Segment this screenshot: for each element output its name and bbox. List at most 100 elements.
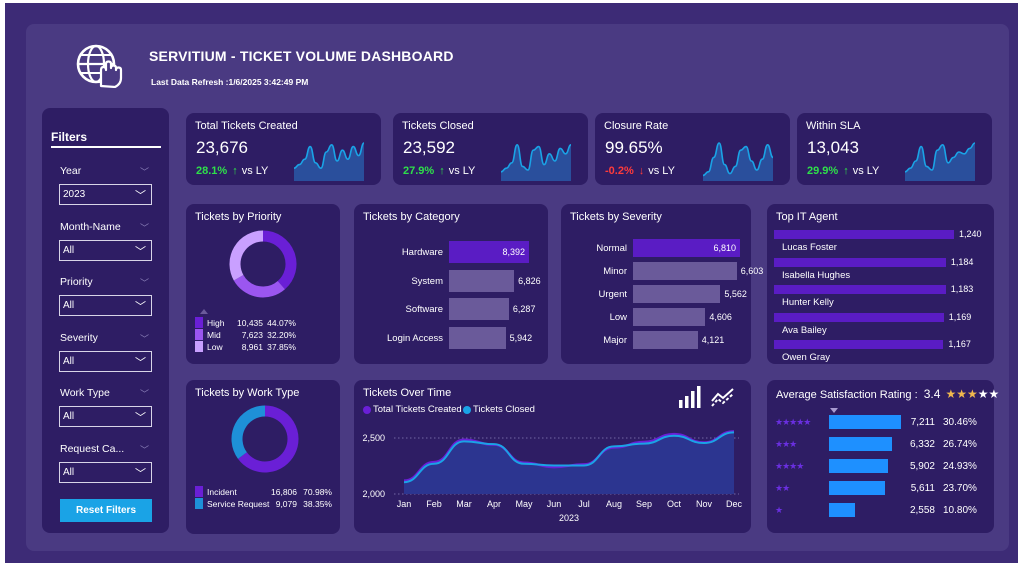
x-axis-title: 2023: [559, 513, 579, 523]
legend-swatch: [195, 329, 203, 340]
last-refresh-text: Last Data Refresh :1/6/2025 3:42:49 PM: [151, 77, 309, 87]
category-bar-value: 6,287: [512, 304, 536, 314]
agent-bar[interactable]: [774, 340, 944, 349]
filter-select-year[interactable]: 2023 ﹀: [59, 184, 152, 205]
sort-caret-icon: [200, 309, 208, 314]
rating-bar[interactable]: [829, 481, 886, 495]
filter-expand-icon[interactable]: ﹀: [140, 221, 149, 234]
arrow-down-icon: ↓: [638, 165, 645, 177]
filter-expand-icon[interactable]: ﹀: [140, 332, 149, 345]
donut-slice-service-request[interactable]: [231, 405, 266, 459]
rating-bar[interactable]: [829, 415, 901, 429]
category-bar[interactable]: [449, 269, 515, 292]
globe-hand-icon: [76, 44, 123, 88]
rating-bar[interactable]: [829, 459, 888, 473]
kpi-sparkline: [293, 142, 365, 181]
filter-select-value: All: [63, 467, 75, 478]
filter-select-value: All: [63, 244, 75, 256]
filter-select-value: All: [63, 355, 75, 367]
donut-slice-low[interactable]: [229, 230, 264, 281]
agents-card: Top IT Agent 1,240 Lucas Foster 1,184 Isabe…: [767, 204, 994, 364]
average-stars: ★★★★★: [945, 387, 999, 401]
legend-swatch: [195, 341, 203, 352]
legend-swatch: [195, 317, 203, 328]
donut-slice-mid[interactable]: [233, 274, 285, 298]
filters-panel: Filters Year ﹀ 2023 ﹀ Month-Name ﹀ All ﹀ Priorit…: [42, 108, 169, 533]
worktype-title: Tickets by Work Type: [195, 387, 300, 399]
agent-name: Owen Gray: [782, 352, 831, 363]
rating-count: 6,332: [909, 439, 935, 450]
satisfaction-title: Average Satisfaction Rating : 3.4 ★★★★★: [776, 387, 999, 401]
star-icon: ★: [988, 387, 1000, 401]
filter-select-month-name[interactable]: All ﹀: [59, 239, 152, 261]
filters-title: Filters: [51, 130, 88, 144]
kpi-value: 13,043: [807, 138, 859, 157]
agent-bar-value: 1,167: [948, 339, 971, 349]
x-tick-label: May: [515, 499, 533, 509]
kpi-title: Total Tickets Created: [195, 120, 298, 132]
agent-bar[interactable]: [774, 285, 946, 294]
kpi-vs-label: vs LY: [241, 165, 269, 177]
reset-filters-button[interactable]: Reset Filters: [60, 499, 152, 522]
kpi-change: 28.1% ↑ vs LY: [196, 165, 268, 177]
filter-select-value: All: [63, 411, 75, 423]
agent-bar[interactable]: [774, 257, 946, 267]
satisfaction-title-text: Average Satisfaction Rating :: [776, 389, 918, 401]
rating-bar[interactable]: [829, 437, 893, 451]
filter-expand-icon[interactable]: ﹀: [140, 443, 149, 456]
rating-stars: ★★: [775, 483, 790, 493]
category-card: Tickets by Category Hardware 8,392 System 6…: [354, 204, 548, 364]
category-bar[interactable]: [449, 326, 506, 349]
severity-bar[interactable]: [633, 262, 737, 280]
filter-select-priority[interactable]: All ﹀: [59, 295, 152, 317]
donut-slice-high[interactable]: [262, 230, 297, 290]
agent-bar-value: 1,183: [950, 284, 974, 294]
kpi-change-pct: 28.1%: [196, 165, 228, 177]
legend-label: Incident: [207, 487, 237, 497]
filter-select-request-ca[interactable]: All ﹀: [59, 462, 152, 483]
severity-title: Tickets by Severity: [570, 211, 662, 223]
dashboard-frame: SERVITIUM - TICKET VOLUME DASHBOARD Last…: [5, 3, 1018, 563]
severity-bar[interactable]: [633, 331, 698, 349]
kpi-title: Within SLA: [806, 120, 861, 132]
arrow-up-icon: ↑: [232, 165, 238, 177]
agent-bar[interactable]: [774, 312, 944, 322]
severity-bar-value: 5,562: [724, 289, 747, 299]
severity-bar-label: Urgent: [598, 289, 627, 300]
filter-expand-icon[interactable]: ﹀: [140, 165, 149, 178]
kpi-title: Closure Rate: [604, 120, 669, 132]
category-bar[interactable]: [449, 298, 509, 320]
sort-caret-icon: [830, 408, 838, 413]
filter-expand-icon[interactable]: ﹀: [140, 387, 149, 400]
severity-bar[interactable]: [633, 308, 706, 326]
x-tick-label: Sep: [636, 499, 652, 509]
filter-label-request-ca: Request Ca...: [60, 443, 125, 455]
category-bar-label: Software: [405, 304, 444, 315]
kpi-sparkline: [702, 142, 774, 181]
priority-card: Tickets by Priority High 10,435 44.07% Mid 7…: [186, 204, 340, 364]
category-bar-label: Hardware: [401, 247, 443, 258]
filter-select-severity[interactable]: All ﹀: [59, 350, 152, 372]
kpi-change-pct: 27.9%: [403, 165, 435, 177]
filter-label-work-type: Work Type: [60, 387, 110, 400]
star-icon: ★: [977, 387, 989, 401]
filter-select-work-type[interactable]: All ﹀: [59, 406, 152, 428]
category-bar-value: 8,392: [502, 247, 525, 257]
severity-bar[interactable]: [633, 285, 721, 303]
satisfaction-card: Average Satisfaction Rating : 3.4 ★★★★★ …: [767, 380, 999, 533]
x-tick-label: Nov: [696, 499, 713, 509]
rating-bar[interactable]: [829, 503, 855, 517]
legend-pct: 38.35%: [303, 499, 332, 509]
kpi-change: -0.2% ↓ vs LY: [605, 165, 675, 177]
agent-name: Isabella Hughes: [782, 269, 851, 281]
kpi-card: Tickets Closed 23,592 27.9% ↑ vs LY: [393, 113, 588, 185]
chevron-down-icon: ﹀: [135, 301, 146, 314]
legend-pct: 70.98%: [303, 487, 332, 497]
rating-stars: ★★★★★: [775, 417, 811, 427]
x-tick-label: Oct: [667, 499, 682, 509]
priority-donut-chart: [229, 230, 297, 298]
category-title: Tickets by Category: [363, 211, 460, 223]
page-title: SERVITIUM - TICKET VOLUME DASHBOARD: [149, 48, 454, 64]
agent-bar[interactable]: [774, 230, 954, 239]
filter-expand-icon[interactable]: ﹀: [140, 276, 149, 289]
